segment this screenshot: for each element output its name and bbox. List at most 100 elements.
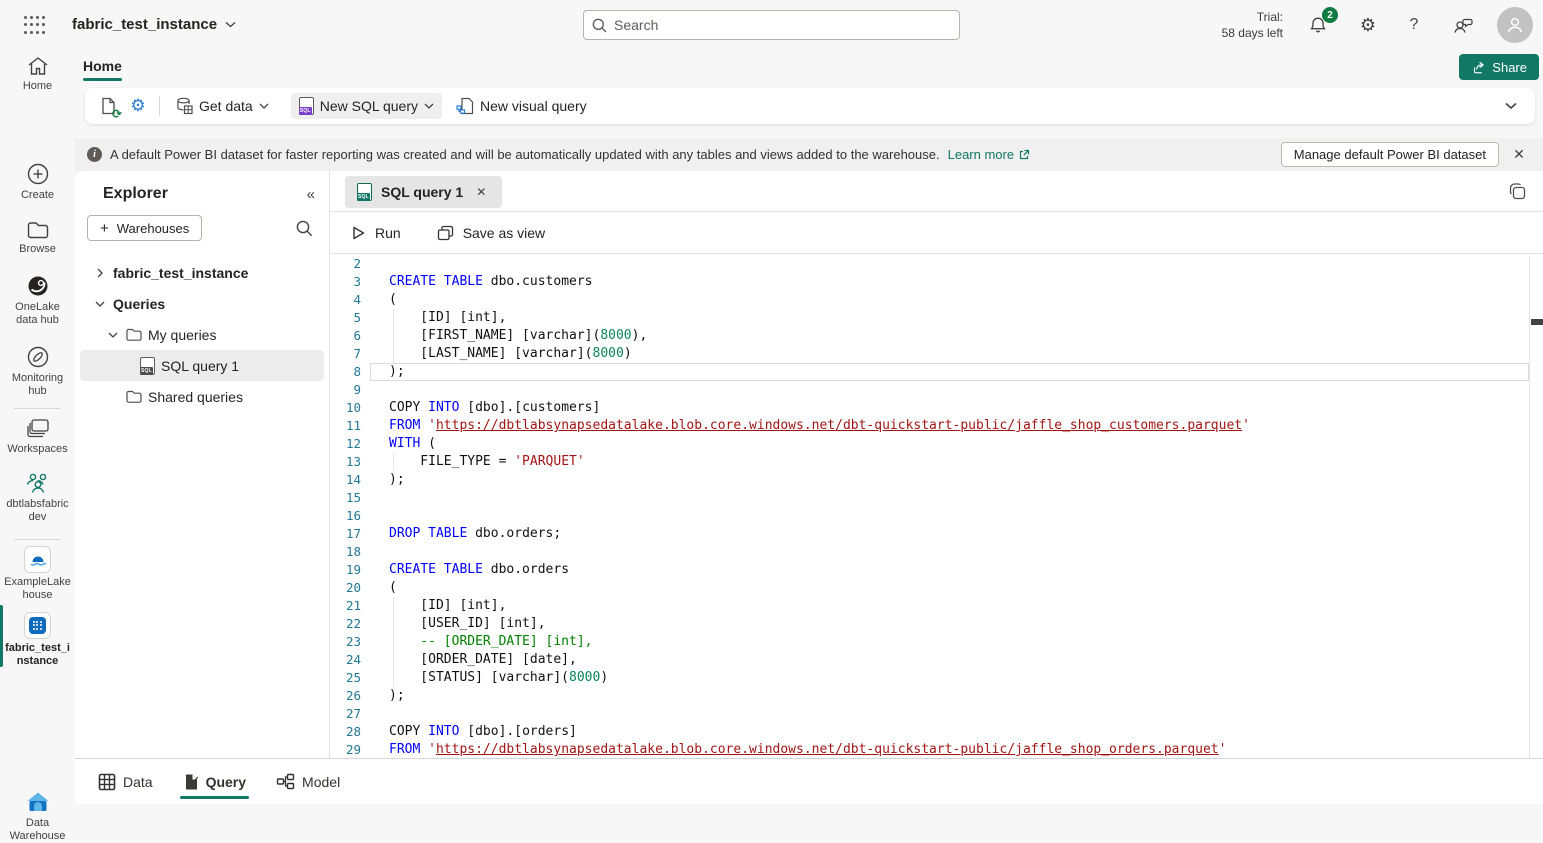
learn-more-link[interactable]: Learn more	[948, 147, 1030, 162]
share-button[interactable]: Share	[1459, 54, 1539, 80]
help-button[interactable]: ?	[1402, 13, 1426, 37]
tab-home[interactable]: Home	[83, 54, 122, 81]
refresh-button[interactable]: ⟳	[95, 93, 121, 119]
code-line-4[interactable]: 4(	[330, 291, 1543, 309]
code-line-6[interactable]: 6 [FIRST_NAME] [varchar](8000),	[330, 327, 1543, 345]
code-line-19[interactable]: 19CREATE TABLE dbo.orders	[330, 561, 1543, 579]
search-icon	[592, 18, 607, 33]
indent-guide	[393, 651, 394, 669]
code-line-3[interactable]: 3CREATE TABLE dbo.customers	[330, 273, 1543, 291]
feedback-button[interactable]	[1451, 13, 1475, 37]
code-line-14[interactable]: 14);	[330, 471, 1543, 489]
top-header: fabric_test_instance Trial: 58 days left…	[0, 0, 1543, 50]
workspaces-icon	[25, 418, 51, 440]
ribbon-collapse-button[interactable]	[1505, 102, 1517, 110]
nav-item-examplelakehouse[interactable]: ExampleLakehouse	[0, 546, 75, 602]
code-text: (	[389, 579, 397, 597]
onelake-icon	[26, 274, 50, 298]
ribbon-toolbar: ⟳ ⚙ Get data SQL New SQL query New visua…	[85, 88, 1535, 124]
code-line-13[interactable]: 13 FILE_TYPE = 'PARQUET'	[330, 453, 1543, 471]
run-button[interactable]: Run	[351, 225, 401, 241]
tree-item-warehouse[interactable]: fabric_test_instance	[80, 257, 324, 288]
nav-monitoring-hub[interactable]: Monitoring hub	[0, 345, 75, 398]
account-avatar[interactable]	[1497, 7, 1533, 43]
new-sql-query-button[interactable]: SQL New SQL query	[291, 93, 442, 119]
code-line-28[interactable]: 28COPY INTO [dbo].[orders]	[330, 723, 1543, 741]
add-warehouses-button[interactable]: + Warehouses	[87, 215, 202, 241]
save-as-view-button[interactable]: Save as view	[437, 225, 545, 241]
tab-query[interactable]: Query	[183, 759, 246, 804]
manage-default-dataset-button[interactable]: Manage default Power BI dataset	[1281, 142, 1499, 167]
nav-data-warehouse[interactable]: Data Warehouse	[0, 790, 75, 843]
folder-icon	[126, 328, 142, 341]
code-line-5[interactable]: 5 [ID] [int],	[330, 309, 1543, 327]
explorer-search-button[interactable]	[296, 220, 313, 237]
code-line-25[interactable]: 25 [STATUS] [varchar](8000)	[330, 669, 1543, 687]
sql-code-editor[interactable]: 23CREATE TABLE dbo.customers4(5 [ID] [in…	[330, 255, 1543, 758]
code-line-9[interactable]: 9	[330, 381, 1543, 399]
code-line-21[interactable]: 21 [ID] [int],	[330, 597, 1543, 615]
code-line-29[interactable]: 29FROM 'https://dbtlabsynapsedatalake.bl…	[330, 741, 1543, 758]
feedback-icon	[1452, 15, 1474, 35]
tab-data[interactable]: Data	[98, 759, 153, 804]
tab-sql-query-1[interactable]: SQL SQL query 1 ✕	[345, 176, 502, 208]
nav-item-fabric-test-instance[interactable]: fabric_test_instance	[0, 612, 75, 668]
line-number: 22	[330, 615, 370, 633]
code-line-17[interactable]: 17DROP TABLE dbo.orders;	[330, 525, 1543, 543]
code-line-8[interactable]: 8);	[330, 363, 1543, 381]
new-visual-query-button[interactable]: New visual query	[448, 93, 595, 119]
query-editor-area: SQL SQL query 1 ✕ Run Save as view	[330, 171, 1543, 758]
settings-button[interactable]: ⚙	[1356, 13, 1380, 37]
code-line-2[interactable]: 2	[330, 255, 1543, 273]
warehouse-settings-button[interactable]: ⚙	[125, 93, 151, 119]
app-launcher-icon[interactable]	[22, 14, 46, 36]
banner-close-button[interactable]: ✕	[1507, 143, 1531, 167]
code-line-11[interactable]: 11FROM 'https://dbtlabsynapsedatalake.bl…	[330, 417, 1543, 435]
open-tabs-list-button[interactable]	[1507, 181, 1527, 201]
nav-home[interactable]: Home	[0, 55, 75, 93]
search-input[interactable]	[614, 17, 951, 33]
code-line-20[interactable]: 20(	[330, 579, 1543, 597]
nav-workspace-dbtlabsfabricdev[interactable]: dbtlabsfabricdev	[0, 471, 75, 524]
code-line-27[interactable]: 27	[330, 705, 1543, 723]
code-line-10[interactable]: 10COPY INTO [dbo].[customers]	[330, 399, 1543, 417]
indent-guide	[393, 633, 394, 651]
code-line-22[interactable]: 22 [USER_ID] [int],	[330, 615, 1543, 633]
sql-file-icon: SQL	[357, 183, 372, 201]
code-line-23[interactable]: 23 -- [ORDER_DATE] [int],	[330, 633, 1543, 651]
workspace-title-menu[interactable]: fabric_test_instance	[72, 16, 236, 33]
tree-item-queries[interactable]: Queries	[80, 288, 324, 319]
line-number: 5	[330, 309, 370, 327]
code-line-18[interactable]: 18	[330, 543, 1543, 561]
data-grid-icon	[98, 773, 116, 791]
tree-item-my-queries[interactable]: My queries	[80, 319, 324, 350]
person-icon	[1505, 15, 1525, 35]
code-line-7[interactable]: 7 [LAST_NAME] [varchar](8000)	[330, 345, 1543, 363]
code-line-16[interactable]: 16	[330, 507, 1543, 525]
line-number: 26	[330, 687, 370, 705]
line-number: 9	[330, 381, 370, 399]
explorer-title: Explorer	[103, 185, 168, 203]
chevron-down-icon	[424, 103, 434, 109]
close-tab-button[interactable]: ✕	[472, 183, 490, 201]
get-data-button[interactable]: Get data	[168, 93, 277, 119]
editor-scrollbar[interactable]	[1529, 255, 1543, 758]
nav-workspaces[interactable]: Workspaces	[0, 418, 75, 456]
tab-model[interactable]: Model	[276, 759, 340, 804]
tree-item-shared-queries[interactable]: Shared queries	[80, 381, 324, 412]
share-label: Share	[1492, 60, 1527, 75]
code-text: [ORDER_DATE] [date],	[389, 651, 577, 669]
code-text: WITH (	[389, 435, 436, 453]
code-line-15[interactable]: 15	[330, 489, 1543, 507]
line-number: 11	[330, 417, 370, 435]
nav-onelake-data-hub[interactable]: OneLake data hub	[0, 274, 75, 327]
share-icon	[1471, 60, 1486, 74]
tree-item-sql-query-1[interactable]: SQL SQL query 1	[80, 350, 324, 381]
nav-create[interactable]: Create	[0, 162, 75, 202]
code-line-12[interactable]: 12WITH (	[330, 435, 1543, 453]
code-line-26[interactable]: 26);	[330, 687, 1543, 705]
notifications-button[interactable]: 2	[1306, 13, 1330, 37]
code-line-24[interactable]: 24 [ORDER_DATE] [date],	[330, 651, 1543, 669]
collapse-panel-icon[interactable]: «	[307, 186, 315, 203]
nav-browse[interactable]: Browse	[0, 220, 75, 256]
